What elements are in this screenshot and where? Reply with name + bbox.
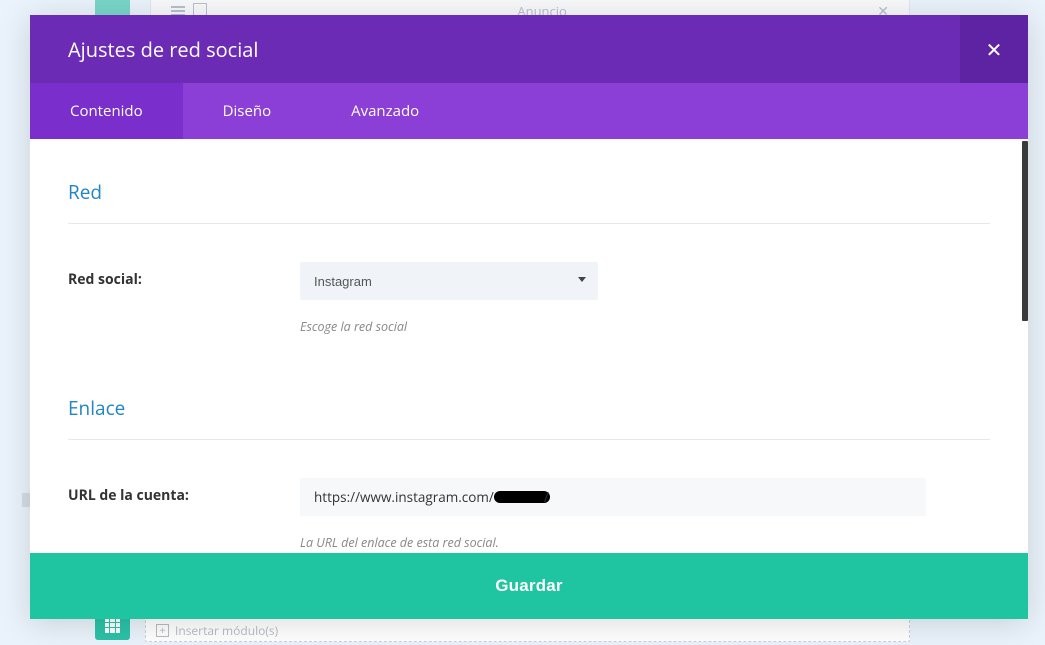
network-select-wrap: Instagram [300, 262, 598, 300]
helper-network: Escoge la red social [300, 318, 990, 335]
url-input[interactable]: https://www.instagram.com/ / [300, 478, 926, 516]
close-button[interactable]: ✕ [960, 15, 1028, 83]
settings-modal: Ajustes de red social ✕ Contenido Diseño… [30, 15, 1028, 619]
url-value-suffix: / [544, 488, 549, 506]
section-link-title: Enlace [68, 395, 990, 440]
insert-module-label: Insertar módulo(s) [175, 622, 278, 639]
modal-header: Ajustes de red social ✕ [30, 15, 1028, 83]
network-select-value: Instagram [314, 274, 372, 289]
tab-content[interactable]: Contenido [30, 83, 183, 139]
close-icon: ✕ [986, 36, 1003, 63]
scrollbar-thumb[interactable] [1022, 141, 1028, 321]
content-area: Red Red social: Instagram Escoge la red … [30, 139, 1028, 553]
label-url: URL de la cuenta: [68, 478, 300, 505]
label-network: Red social: [68, 262, 300, 289]
insert-module-placeholder[interactable]: + Insertar módulo(s) [145, 618, 910, 642]
helper-url: La URL del enlace de esta red social. [300, 534, 990, 551]
redacted-text [494, 491, 550, 503]
url-value-prefix: https://www.instagram.com/ [314, 488, 494, 506]
content-scroll[interactable]: Red Red social: Instagram Escoge la red … [30, 139, 1028, 553]
field-network: Red social: Instagram Escoge la red soci… [68, 262, 990, 335]
modal-title: Ajustes de red social [68, 36, 258, 63]
section-network-title: Red [68, 179, 990, 224]
tab-advanced[interactable]: Avanzado [311, 83, 459, 139]
tabs-bar: Contenido Diseño Avanzado [30, 83, 1028, 139]
save-bar: Guardar [30, 553, 1028, 619]
network-select[interactable]: Instagram [300, 262, 598, 300]
tab-design[interactable]: Diseño [183, 83, 311, 139]
plus-icon: + [156, 624, 169, 637]
field-url: URL de la cuenta: https://www.instagram.… [68, 478, 990, 551]
save-button[interactable]: Guardar [30, 553, 1028, 619]
grid-icon [105, 617, 121, 633]
